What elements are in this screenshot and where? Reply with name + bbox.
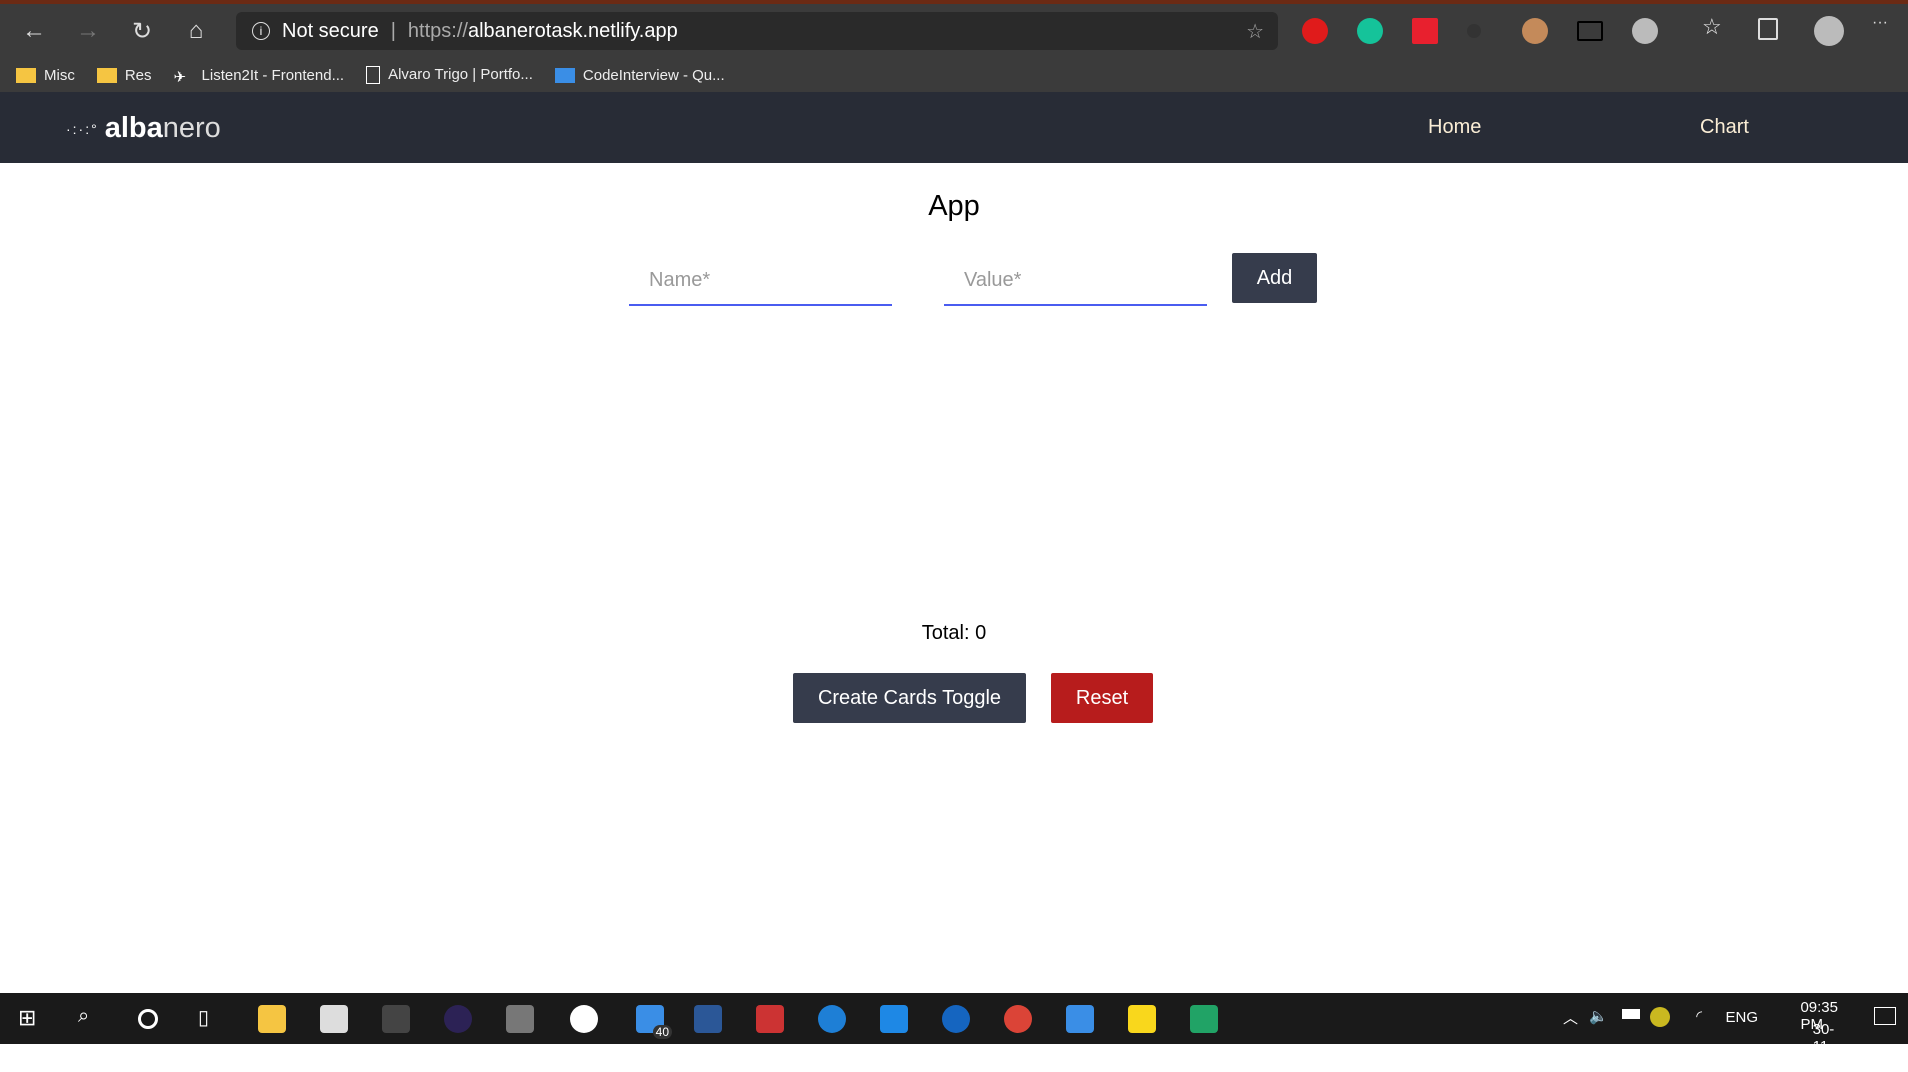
profile-avatar[interactable] (1814, 16, 1844, 46)
folder-icon (16, 68, 36, 84)
cortana-icon[interactable] (138, 1009, 158, 1029)
logo-dots-icon: ·:·:° (66, 120, 99, 137)
wifi-ext-icon[interactable] (1467, 24, 1481, 38)
bookmark-alvaro[interactable]: Alvaro Trigo | Portfo... (366, 66, 533, 85)
address-bar[interactable]: i Not secure | https:// albanerotask.net… (236, 12, 1278, 50)
page-title: App (928, 190, 980, 222)
powershell-icon[interactable] (942, 1005, 970, 1033)
avatar-ext-icon[interactable] (1522, 18, 1548, 44)
more-menu-icon[interactable]: ··· (1872, 14, 1898, 40)
security-app-icon[interactable] (1650, 1007, 1670, 1027)
mendeley-icon[interactable] (1412, 18, 1438, 44)
word-icon[interactable] (694, 1005, 722, 1033)
collections-icon[interactable] (1758, 18, 1778, 40)
url-scheme: https:// (407, 19, 468, 42)
favorite-star-icon[interactable]: ☆ (1246, 19, 1264, 44)
file-explorer-icon[interactable] (258, 1005, 286, 1033)
slack-icon[interactable] (570, 1005, 598, 1033)
folder-icon (96, 68, 117, 84)
grammarly-icon[interactable] (1357, 18, 1383, 44)
runner-icon: ✈ (173, 69, 187, 87)
total-label: Total: 0 (921, 622, 987, 644)
back-icon[interactable]: ← (10, 17, 58, 45)
bookmark-listen2it[interactable]: ✈ Listen2It - Frontend... (173, 67, 345, 87)
value-input[interactable] (944, 256, 1207, 306)
security-label: Not secure (282, 19, 379, 42)
language-indicator[interactable]: ENG (1725, 1009, 1758, 1026)
calculator-icon[interactable]: 40 (636, 1005, 672, 1039)
app-icon[interactable] (506, 1005, 534, 1033)
volume-icon[interactable]: 🔈 (1589, 1007, 1608, 1025)
nav-home[interactable]: Home (1428, 116, 1481, 139)
forward-icon[interactable]: → (64, 17, 112, 45)
logo[interactable]: ·:·:° alba nero (66, 112, 221, 145)
battery-icon[interactable] (1622, 1009, 1640, 1019)
notifications-icon[interactable] (1874, 1007, 1896, 1025)
refresh-icon[interactable]: ↻ (118, 17, 166, 46)
info-icon: i (252, 22, 270, 40)
record-icon[interactable] (1632, 18, 1658, 44)
create-cards-toggle-button[interactable]: Create Cards Toggle (793, 673, 1026, 723)
nav-chart[interactable]: Chart (1700, 116, 1749, 139)
clock-date[interactable]: 30-11-2020 (1813, 1021, 1846, 1072)
url-host: albanerotask.netlify.app (467, 19, 678, 42)
add-button[interactable]: Add (1232, 253, 1317, 303)
paint-icon[interactable] (756, 1005, 784, 1033)
chevron-up-icon[interactable]: ︿ (1563, 1007, 1578, 1028)
bookmarks-bar: Misc Res ✈ Listen2It - Frontend... Alvaro… (0, 58, 1908, 92)
bookmark-misc[interactable]: Misc (16, 67, 75, 84)
chrome-icon[interactable] (1004, 1005, 1032, 1033)
name-input[interactable] (629, 256, 892, 306)
favorites-icon[interactable]: ☆ (1702, 14, 1728, 40)
navbar: ·:·:° alba nero Home Chart (0, 92, 1908, 163)
store-icon[interactable] (320, 1005, 348, 1033)
clapper-icon[interactable] (1577, 21, 1603, 41)
vscode-icon[interactable] (880, 1005, 908, 1033)
wifi-icon[interactable]: ◜ (1696, 1007, 1702, 1025)
edge-icon[interactable] (818, 1005, 846, 1033)
windows-start-icon[interactable]: ⊞ (18, 1005, 46, 1033)
task-view-icon[interactable]: ▯ (198, 1005, 226, 1033)
bookmark-res[interactable]: Res (96, 67, 152, 84)
browser-chrome: ← → ↻ ⌂ i Not secure | https:// albanero… (0, 0, 1908, 96)
eclipse-icon[interactable] (444, 1005, 472, 1033)
reset-button[interactable]: Reset (1051, 673, 1153, 723)
terminal-app-icon[interactable] (382, 1005, 410, 1033)
page-icon (366, 66, 381, 85)
sticky-notes-icon[interactable] (1128, 1005, 1156, 1033)
terminal-icon (554, 68, 575, 84)
notes-icon[interactable] (1190, 1005, 1218, 1033)
bookmark-codeinterview[interactable]: CodeInterview - Qu... (554, 67, 725, 84)
adblock-icon[interactable] (1302, 18, 1328, 44)
home-icon[interactable]: ⌂ (172, 17, 220, 45)
search-icon[interactable]: ⌕ (78, 1005, 106, 1033)
network-app-icon[interactable] (1066, 1005, 1094, 1033)
taskbar: ⊞ ⌕ ▯ 40 ︿ 🔈 ◜ ENG 09:35 PM 30-11-2020 (0, 993, 1908, 1072)
